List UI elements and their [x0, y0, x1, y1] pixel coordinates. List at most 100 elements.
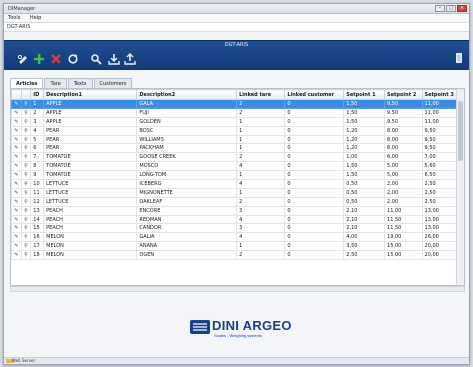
edit-icon[interactable]: ✎ [11, 241, 22, 252]
cell-description1: LETTUCE [43, 179, 138, 189]
cell-setpoint3: 9,50 [421, 134, 459, 145]
table-row[interactable]: ✎ ⚲ 18 MELON OGEN 2 0 2,50 15,00 20,00 [11, 250, 459, 261]
link-icon[interactable]: ⚲ [20, 179, 32, 189]
edit-icon[interactable]: ✎ [11, 125, 22, 136]
edit-link-button[interactable] [16, 52, 30, 66]
download-button[interactable] [107, 52, 121, 66]
table-row[interactable]: ✎ ⚲ 13 PEACH ENCORE 3 0 2,10 11,00 13,00 [11, 205, 459, 216]
scrollbar-thumb[interactable] [458, 101, 463, 161]
table-row[interactable]: ✎ ⚲ 14 PEACH REDMAN 4 0 2,10 11,50 13,00 [11, 214, 459, 225]
column-header-setpoint1[interactable]: Setpoint 1 [343, 89, 386, 100]
edit-icon[interactable]: ✎ [11, 170, 22, 181]
table-row[interactable]: ✎ ⚲ 17 MELON ANANA 1 0 3,50 15,00 20,00 [11, 241, 459, 252]
table-row[interactable]: ✎ ⚲ 7 TOMATOE GOOSE CREEK 2 0 1,00 6,00 7,00 [11, 152, 459, 163]
link-icon[interactable]: ⚲ [20, 241, 32, 252]
horizontal-scrollbar[interactable] [10, 286, 465, 292]
close-button[interactable]: × [457, 5, 467, 12]
cell-setpoint2: 6,00 [384, 152, 423, 163]
vertical-scrollbar[interactable] [456, 89, 464, 285]
cell-id: 16 [30, 232, 45, 243]
cell-linked-customer: 0 [284, 250, 345, 261]
edit-icon[interactable]: ✎ [11, 250, 22, 261]
table-row[interactable]: ✎ ⚲ 5 PEAR WILLIAMS 1 0 1,20 8,00 9,50 [11, 134, 459, 145]
link-icon[interactable]: ⚲ [20, 170, 32, 181]
link-icon[interactable]: ⚲ [20, 223, 32, 234]
link-icon[interactable]: ⚲ [20, 152, 32, 163]
delete-button[interactable] [49, 52, 63, 66]
refresh-button[interactable] [66, 52, 80, 66]
minimize-button[interactable]: – [435, 5, 445, 12]
link-icon[interactable]: ⚲ [20, 232, 32, 243]
add-button[interactable] [32, 52, 46, 66]
edit-icon[interactable]: ✎ [11, 196, 22, 207]
edit-icon[interactable]: ✎ [11, 99, 22, 109]
table-row[interactable]: ✎ ⚲ 6 PEAR PACKHAM 1 0 1,20 8,00 9,50 [11, 143, 459, 154]
table-row[interactable]: ✎ ⚲ 1 APPLE GALA 2 0 1,50 9,50 11,00 [11, 99, 459, 109]
table-row[interactable]: ✎ ⚲ 2 APPLE FUJI 2 0 1,50 9,50 11,00 [11, 107, 459, 118]
maximize-button[interactable]: □ [446, 5, 456, 12]
link-icon[interactable]: ⚲ [20, 187, 32, 198]
table-header: ID Description1 Description2 Linked tare… [11, 89, 459, 100]
link-icon[interactable]: ⚲ [20, 196, 32, 207]
cell-setpoint1: 3,50 [343, 241, 386, 252]
tab-articles[interactable]: Articles [10, 78, 44, 88]
cell-id: 9 [30, 170, 45, 181]
cell-linked-tare: 2 [236, 250, 286, 261]
menu-help[interactable]: Help [26, 14, 45, 21]
column-header-linked-customer[interactable]: Linked customer [284, 89, 345, 100]
table-row[interactable]: ✎ ⚲ 8 TOMATOE MOSCO 4 0 1,50 5,00 5,60 [11, 161, 459, 172]
exit-icon[interactable] [455, 52, 463, 64]
column-header-description1[interactable]: Description1 [43, 89, 138, 100]
cell-setpoint2: 11,50 [384, 223, 423, 234]
menu-tools[interactable]: Tools [4, 14, 24, 21]
cell-setpoint3: 2,50 [421, 179, 459, 189]
cell-description1: LETTUCE [43, 187, 138, 198]
edit-icon[interactable]: ✎ [11, 116, 22, 127]
link-icon[interactable]: ⚲ [20, 250, 32, 261]
edit-icon[interactable]: ✎ [11, 107, 22, 118]
edit-icon[interactable]: ✎ [11, 143, 22, 154]
cell-description2: CANDOR [136, 223, 238, 234]
edit-icon[interactable]: ✎ [11, 232, 22, 243]
link-icon[interactable]: ⚲ [20, 107, 32, 118]
table-row[interactable]: ✎ ⚲ 12 LETTUCE OAKLEAF 2 0 0,50 2,00 2,50 [11, 196, 459, 207]
edit-icon[interactable]: ✎ [11, 152, 22, 163]
cell-id: 11 [30, 187, 45, 198]
table-row[interactable]: ✎ ⚲ 11 LETTUCE MIGNONETTE 1 0 0,50 2,00 2,50 [11, 187, 459, 198]
device-tab[interactable]: DGT-ARIS [4, 23, 33, 31]
edit-icon[interactable]: ✎ [11, 179, 22, 189]
link-icon[interactable]: ⚲ [20, 125, 32, 136]
edit-icon[interactable]: ✎ [11, 161, 22, 172]
table-row[interactable]: ✎ ⚲ 10 LETTUCE ICEBERG 4 0 0,50 2,00 2,50 [11, 179, 459, 189]
column-header-setpoint2[interactable]: Setpoint 2 [384, 89, 423, 100]
cell-setpoint1: 2,10 [343, 205, 386, 216]
edit-icon[interactable]: ✎ [11, 214, 22, 225]
articles-grid[interactable]: ID Description1 Description2 Linked tare… [10, 88, 465, 286]
column-header-setpoint3[interactable]: Setpoint 3 [421, 89, 459, 100]
link-icon[interactable]: ⚲ [20, 116, 32, 127]
edit-icon[interactable]: ✎ [11, 205, 22, 216]
edit-icon[interactable]: ✎ [11, 223, 22, 234]
table-row[interactable]: ✎ ⚲ 16 MELON GALIA 4 0 4,00 19,00 26,00 [11, 232, 459, 243]
link-icon[interactable]: ⚲ [20, 99, 32, 109]
column-header-linked-tare[interactable]: Linked tare [236, 89, 286, 100]
column-header-id[interactable]: ID [30, 89, 45, 100]
edit-icon[interactable]: ✎ [11, 134, 22, 145]
table-row[interactable]: ✎ ⚲ 4 PEAR BOSC 1 0 1,20 8,00 9,50 [11, 125, 459, 136]
table-row[interactable]: ✎ ⚲ 15 PEACH CANDOR 3 0 2,10 11,50 13,00 [11, 223, 459, 234]
link-icon[interactable]: ⚲ [20, 161, 32, 172]
link-icon[interactable]: ⚲ [20, 134, 32, 145]
table-row[interactable]: ✎ ⚲ 3 APPLE GOLDEN 1 0 1,50 9,50 11,00 [11, 116, 459, 127]
tab-tare[interactable]: Tare [44, 78, 67, 88]
edit-icon[interactable]: ✎ [11, 187, 22, 198]
link-icon[interactable]: ⚲ [20, 143, 32, 154]
cell-description2: ICEBERG [136, 179, 238, 189]
tab-texts[interactable]: Texts [67, 78, 93, 88]
table-row[interactable]: ✎ ⚲ 9 TOMATOE LONG-TOM 1 0 1,50 5,00 6,50 [11, 170, 459, 181]
search-button[interactable] [89, 52, 103, 66]
link-icon[interactable]: ⚲ [20, 205, 32, 216]
tab-customers[interactable]: Customers [93, 78, 133, 88]
link-icon[interactable]: ⚲ [20, 214, 32, 225]
column-header-description2[interactable]: Description2 [136, 89, 238, 100]
upload-button[interactable] [123, 52, 137, 66]
